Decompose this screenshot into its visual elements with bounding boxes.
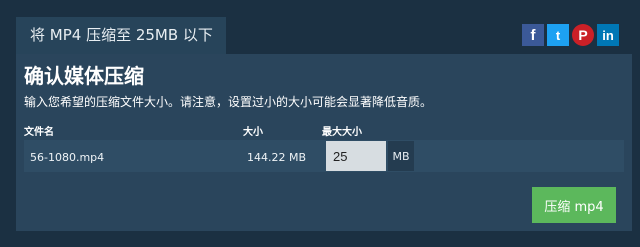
tab-title-text: 将 MP4 压缩至 25MB 以下 (30, 26, 213, 44)
max-size-unit: MB (388, 141, 414, 171)
compression-panel: 确认媒体压缩 输入您希望的压缩文件大小。请注意，设置过小的大小可能会显著降低音质… (16, 54, 632, 231)
max-size-input[interactable] (326, 141, 386, 171)
linkedin-icon[interactable]: in (597, 24, 619, 46)
pinterest-icon[interactable]: P (572, 24, 594, 46)
file-size: 144.22 MB (247, 151, 307, 164)
compress-button[interactable]: 压缩 mp4 (532, 187, 616, 223)
panel-title: 确认媒体压缩 (24, 64, 144, 88)
page-tab-title: 将 MP4 压缩至 25MB 以下 (16, 17, 226, 54)
table-row (24, 140, 624, 172)
file-name: 56-1080.mp4 (30, 151, 105, 164)
social-share-bar: f t P in (522, 24, 619, 46)
column-header-max-size: 最大大小 (322, 127, 362, 138)
column-header-filename: 文件名 (24, 127, 54, 138)
facebook-icon[interactable]: f (522, 24, 544, 46)
panel-description: 输入您希望的压缩文件大小。请注意，设置过小的大小可能会显著降低音质。 (24, 95, 433, 109)
column-header-size: 大小 (243, 127, 263, 138)
twitter-icon[interactable]: t (547, 24, 569, 46)
